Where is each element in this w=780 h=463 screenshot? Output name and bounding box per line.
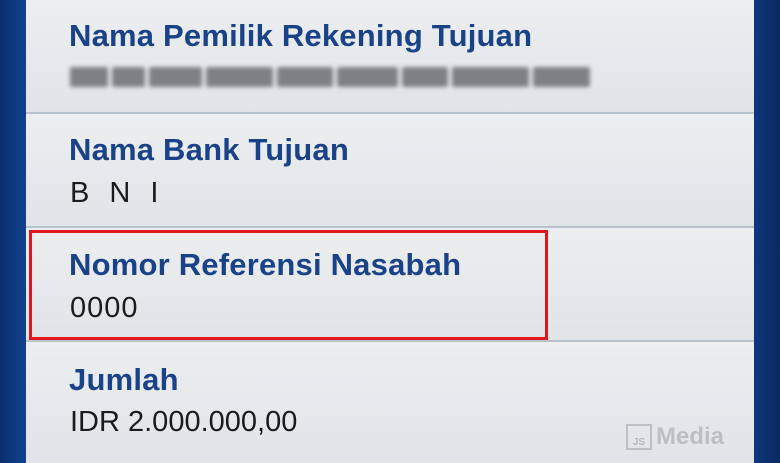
field-row-account-owner: Nama Pemilik Rekening Tujuan	[26, 0, 754, 114]
transfer-confirmation-panel: Nama Pemilik Rekening Tujuan Nama Bank T…	[26, 0, 754, 463]
amount-label: Jumlah	[69, 362, 179, 397]
account-owner-label: Nama Pemilik Rekening Tujuan	[69, 18, 533, 53]
amount-value: IDR 2.000.000,00	[70, 406, 298, 438]
watermark: JS Media	[625, 423, 724, 451]
account-owner-value-blurred	[70, 62, 590, 92]
bank-name-label: Nama Bank Tujuan	[69, 132, 349, 167]
watermark-logo-icon: JS	[625, 424, 652, 450]
watermark-text: Media	[655, 423, 724, 450]
field-row-bank-name: Nama Bank Tujuan B N I	[26, 114, 754, 228]
field-row-customer-reference: Nomor Referensi Nasabah 0000	[26, 228, 754, 342]
field-row-amount: Jumlah IDR 2.000.000,00 JS Media	[26, 342, 754, 463]
customer-reference-label: Nomor Referensi Nasabah	[69, 247, 462, 282]
customer-reference-value: 0000	[70, 292, 139, 324]
bank-name-value: B N I	[70, 177, 165, 209]
